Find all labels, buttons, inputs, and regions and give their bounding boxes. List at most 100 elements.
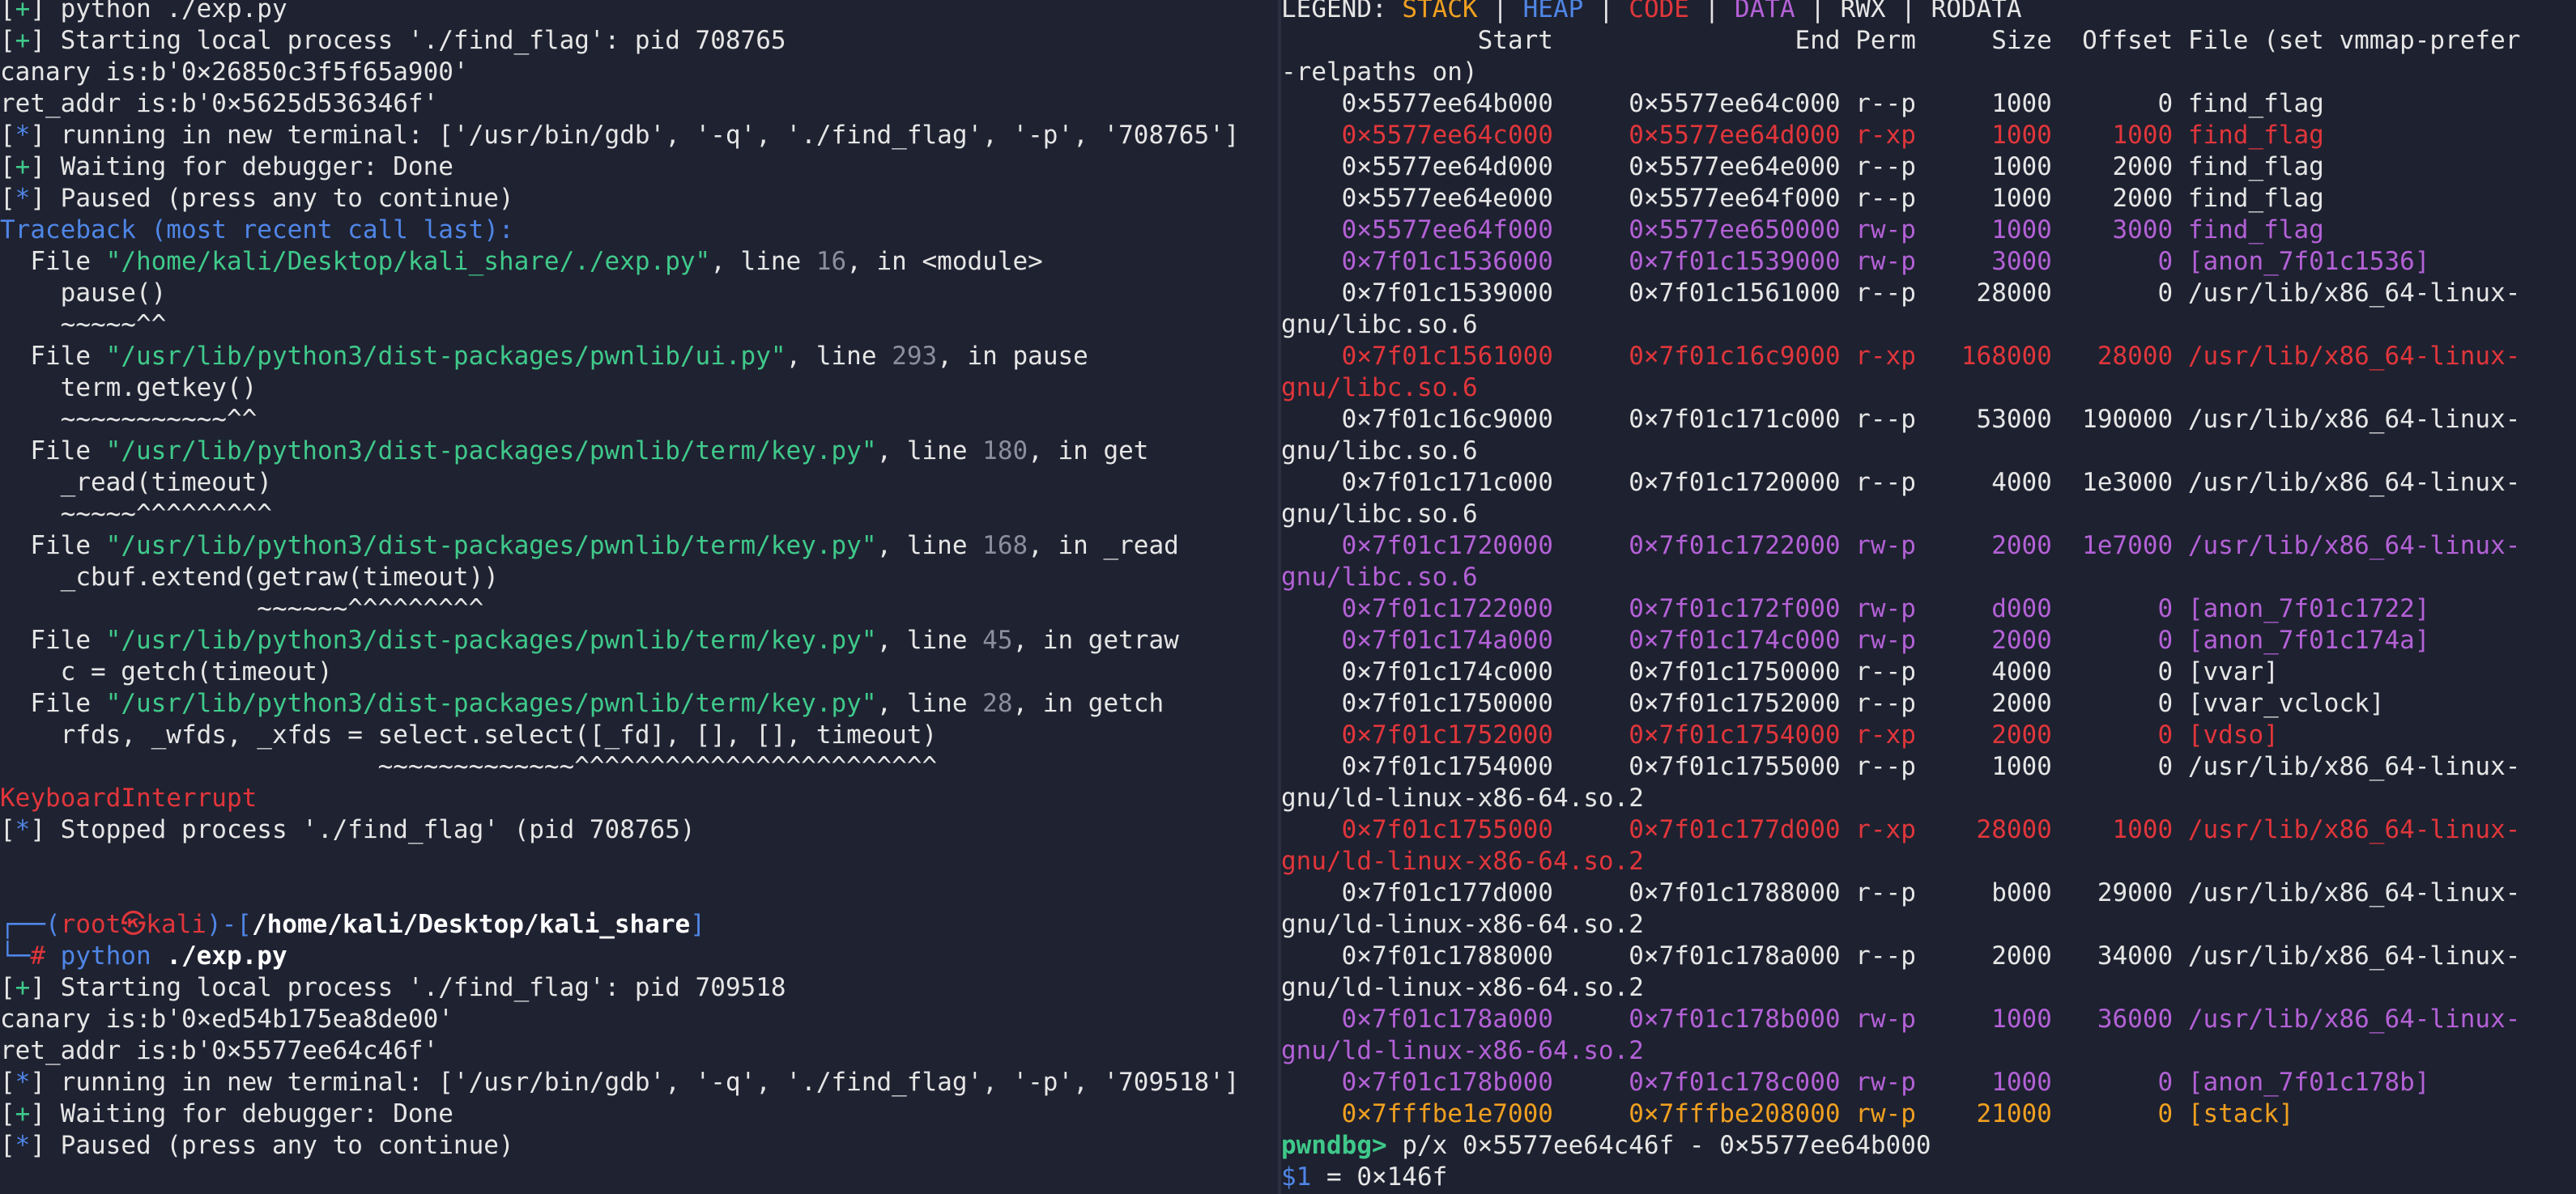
terminal-text-segment: 0×7f01c1754000 0×7f01c1755000 r--p 1000 … [1281,752,2521,781]
terminal-line: 0×7f01c178b000 0×7f01c178c000 rw-p 1000 … [1281,1067,2520,1098]
terminal-line: [+] Waiting for debugger: Done [0,1098,1239,1130]
terminal-text-segment: 0×7f01c1722000 0×7f01c172f000 rw-p d000 … [1281,594,2430,623]
terminal-text-segment: ] [690,910,705,939]
terminal-line: 0×7f01c1788000 0×7f01c178a000 r--p 2000 … [1281,941,2521,972]
terminal-text-segment: File [0,436,106,465]
terminal-text-segment: 0×7f01c174c000 0×7f01c1750000 r--p 4000 … [1281,657,2279,686]
terminal-text-segment: gnu/ld-linux-x86-64.so.2 [1281,910,1644,939]
terminal-text-segment: "/usr/lib/python3/dist-packages/pwnlib/u… [105,342,786,371]
terminal-text-segment: 168 [982,531,1028,560]
terminal-text-segment: └─ [0,941,31,971]
terminal-text-segment: ~~~~~^^^^^^^^^ [0,499,272,529]
terminal-line: gnu/libc.so.6 [1281,562,2520,593]
terminal-line: pwndbg> p/x 0×5577ee64c46f - 0×5577ee64b… [1281,1130,2520,1162]
terminal-text-segment: * [15,184,31,213]
terminal-text-segment: 0×7f01c1720000 0×7f01c1722000 rw-p 2000 … [1281,531,2521,560]
terminal-line: Start End Perm Size Offset File (set vmm… [1281,25,2521,57]
terminal-text-segment: | [1688,0,1735,23]
terminal-text-segment: KeyboardInterrupt [0,784,258,813]
terminal-text-segment: + [15,1099,31,1128]
terminal-line: 0×7f01c1754000 0×7f01c1755000 r--p 1000 … [1281,751,2521,783]
terminal-line: c = getch(timeout) [0,656,1239,688]
terminal-line: KeyboardInterrupt [0,783,1239,814]
terminal-text-segment: c = getch(timeout) [0,657,333,686]
terminal-text-segment: , line [710,247,816,276]
terminal-text-segment: [ [0,815,15,844]
terminal-text-segment: ┌──( [0,910,61,939]
terminal-line: 0×7f01c1536000 0×7f01c1539000 rw-p 3000 … [1281,246,2520,278]
terminal-line: _cbuf.extend(getraw(timeout)) [0,562,1239,593]
terminal-line: gnu/ld-linux-x86-64.so.2 [1281,846,2520,877]
terminal-line: 0×7f01c174a000 0×7f01c174c000 rw-p 2000 … [1281,625,2520,656]
terminal-text-segment: gnu/libc.so.6 [1281,373,1478,402]
terminal-line: gnu/libc.so.6 [1281,436,2520,467]
terminal-text-segment: [ [0,0,15,23]
terminal-text-segment: /home/kali/Desktop/kali_share [251,910,691,939]
terminal-line: 0×7f01c1720000 0×7f01c1722000 rw-p 2000 … [1281,530,2521,562]
terminal-text-segment: ./exp.py [166,941,287,971]
terminal-line: ~~~~~^^ [0,309,1239,341]
terminal-text-segment: Traceback (most recent call last): [0,215,514,244]
terminal-text-segment: = 0×146f [1311,1162,1448,1192]
terminal-text-segment: gnu/libc.so.6 [1281,563,1478,592]
terminal-text-segment: ] Waiting for debugger: Done [30,152,453,181]
terminal-text-segment: Start End Perm Size Offset File (set vmm… [1281,26,2521,55]
terminal-text-segment: * [15,1068,31,1097]
left-terminal-output: [+] python ./exp.py [+] Starting local pr… [0,0,1239,1162]
terminal-text-segment: 16 [815,247,847,276]
terminal-text-segment: gnu/ld-linux-x86-64.so.2 [1281,847,1644,876]
terminal-line: 0×7f01c177d000 0×7f01c1788000 r--p b000 … [1281,877,2521,909]
terminal-line: term.getkey() [0,372,1239,404]
terminal-text-segment: ~~~~~~^^^^^^^^^ [0,594,484,623]
terminal-text-segment: | [1477,0,1523,23]
terminal-text-segment: 0×7f01c171c000 0×7f01c1720000 r--p 4000 … [1281,468,2521,497]
terminal-text-segment: gnu/libc.so.6 [1281,310,1478,339]
terminal-text-segment: 293 [892,342,938,371]
terminal-line: Traceback (most recent call last): [0,215,1239,246]
terminal-text-segment: , in getch [1012,689,1165,718]
terminal-text-segment: 0×5577ee64c000 0×5577ee64d000 r-xp 1000 … [1281,121,2324,150]
terminal-text-segment: , in _read [1028,531,1179,560]
terminal-line: [+] Starting local process './find_flag'… [0,25,1239,57]
terminal-text-segment: "/usr/lib/python3/dist-packages/pwnlib/t… [105,436,877,465]
terminal-line: 0×7f01c1539000 0×7f01c1561000 r--p 28000… [1281,278,2521,309]
terminal-text-segment: ] running in new terminal: ['/usr/bin/gd… [30,121,1240,150]
terminal-text-segment: 28 [982,689,1013,718]
terminal-line: 0×7f01c1752000 0×7f01c1754000 r-xp 2000 … [1281,720,2520,751]
terminal-text-segment: 0×7f01c174a000 0×7f01c174c000 rw-p 2000 … [1281,626,2430,655]
terminal-text-segment: _read(timeout) [0,468,272,497]
terminal-text-segment: 0×7fffbe1e7000 0×7fffbe208000 rw-p 21000… [1281,1099,2294,1128]
terminal-line: rfds, _wfds, _xfds = select.select([_fd]… [0,720,1239,751]
terminal-text-segment: [ [0,152,15,181]
terminal-line: gnu/ld-linux-x86-64.so.2 [1281,972,2520,1004]
terminal-text-segment: python [60,941,167,971]
terminal-text-segment: [ [0,26,15,55]
terminal-text-segment: , line [876,531,983,560]
terminal-text-segment: ret_addr is:b'0×5577ee64c46f' [0,1036,439,1065]
terminal-text-segment: "/usr/lib/python3/dist-packages/pwnlib/t… [105,689,877,718]
terminal-text-segment: # [30,941,61,971]
right-terminal-pane[interactable]: LEGEND: STACK | HEAP | CODE | DATA | RWX… [1281,0,2576,1194]
terminal-text-segment: + [15,26,31,55]
terminal-line: [*] running in new terminal: ['/usr/bin/… [0,120,1239,151]
terminal-text-segment: gnu/libc.so.6 [1281,436,1478,465]
terminal-text-segment: ~~~~~^^ [0,310,167,339]
terminal-line: 0×5577ee64e000 0×5577ee64f000 r--p 1000 … [1281,183,2520,215]
terminal-text-segment: , line [876,626,983,655]
terminal-line: gnu/ld-linux-x86-64.so.2 [1281,1035,2520,1067]
terminal-text-segment: 0×5577ee64f000 0×5577ee650000 rw-p 1000 … [1281,215,2324,244]
terminal-line: File "/usr/lib/python3/dist-packages/pwn… [0,341,1239,372]
terminal-text-segment: File [0,531,106,560]
left-terminal-pane[interactable]: [+] python ./exp.py [+] Starting local pr… [0,0,1278,1194]
terminal-text-segment: 0×7f01c177d000 0×7f01c1788000 r--p b000 … [1281,878,2521,907]
terminal-text-segment: 0×7f01c1788000 0×7f01c178a000 r--p 2000 … [1281,941,2521,971]
terminal-text-segment: RWX [1840,0,1886,23]
terminal-text-segment: File [0,689,106,718]
terminal-text-segment: term.getkey() [0,373,258,402]
terminal-text-segment: 180 [982,436,1028,465]
terminal-text-segment: "/home/kali/Desktop/kali_share/./exp.py" [105,247,711,276]
terminal-line: 0×7fffbe1e7000 0×7fffbe208000 rw-p 21000… [1281,1098,2520,1130]
terminal-text-segment: root㉿kali [60,910,207,939]
terminal-text-segment: , in <module> [846,247,1043,276]
